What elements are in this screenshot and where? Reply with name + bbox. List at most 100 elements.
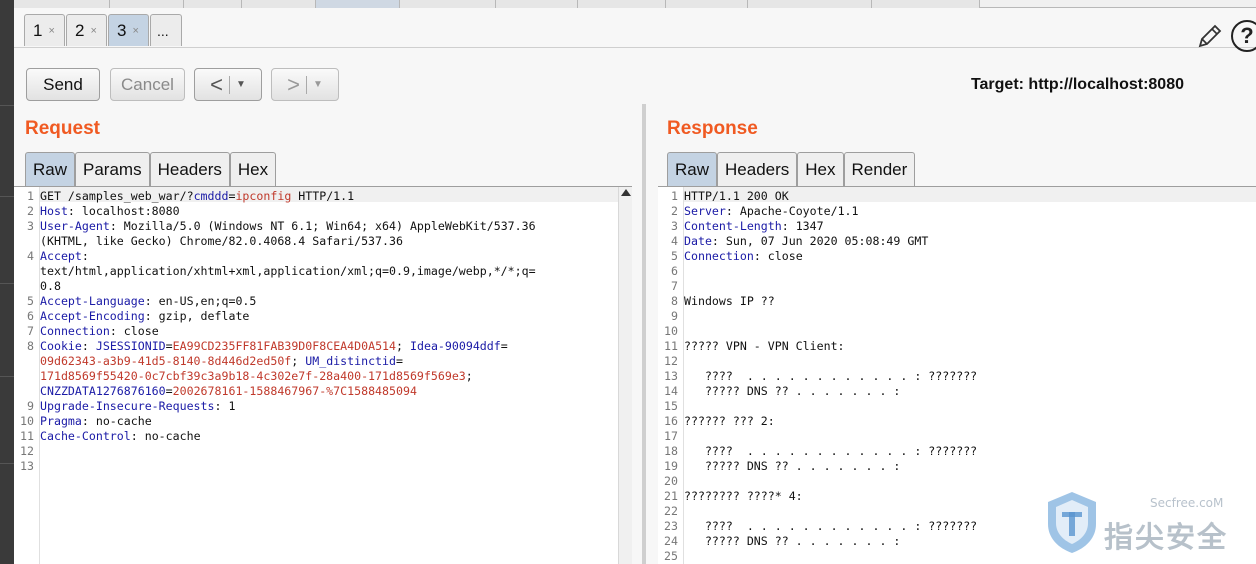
- pencil-icon[interactable]: [1196, 22, 1224, 50]
- code-line: (KHTML, like Gecko) Chrome/82.0.4068.4 S…: [40, 234, 403, 248]
- line-number: 10: [20, 414, 34, 428]
- tool-tab[interactable]: [578, 0, 666, 8]
- request-scrollbar[interactable]: [618, 187, 632, 564]
- line-number: 2: [27, 204, 34, 218]
- session-tab-label: ...: [157, 22, 169, 39]
- line-number: 25: [664, 549, 678, 563]
- left-window-edge: [0, 0, 14, 564]
- close-icon[interactable]: ×: [48, 25, 54, 37]
- code-line: Accept:: [40, 249, 89, 263]
- line-number: 4: [27, 249, 34, 263]
- line-number: 13: [20, 459, 34, 473]
- line-number: 5: [671, 249, 678, 263]
- line-number: 12: [664, 354, 678, 368]
- request-pane: Request Raw Params Headers Hex 1 GET /sam…: [14, 104, 632, 564]
- session-tab-bar: 1 × 2 × 3 × ...: [14, 8, 1256, 48]
- close-icon[interactable]: ×: [90, 25, 96, 37]
- scroll-up-icon[interactable]: [621, 189, 631, 196]
- tool-tab[interactable]: [400, 0, 496, 8]
- tab-request-hex[interactable]: Hex: [229, 152, 277, 186]
- session-tab-3[interactable]: 3 ×: [108, 14, 149, 46]
- code-line: User-Agent: Mozilla/5.0 (Windows NT 6.1;…: [40, 219, 536, 233]
- tab-request-headers[interactable]: Headers: [149, 152, 230, 186]
- close-icon[interactable]: ×: [132, 25, 138, 37]
- line-number: 12: [20, 444, 34, 458]
- help-icon[interactable]: ?: [1231, 20, 1256, 52]
- tool-tab[interactable]: [14, 0, 110, 8]
- response-tabs: Raw Headers Hex Render: [667, 152, 916, 186]
- target-label: Target: http://localhost:8080: [970, 76, 1184, 93]
- code-line: ???????? ????* 4:: [684, 489, 803, 503]
- code-line: Upgrade-Insecure-Requests: 1: [40, 399, 236, 413]
- session-tab-1[interactable]: 1 ×: [24, 14, 65, 46]
- line-number: 10: [664, 324, 678, 338]
- request-editor[interactable]: 1 GET /samples_web_war/?cmddd=ipconfig HT…: [14, 186, 632, 564]
- line-number: 22: [664, 504, 678, 518]
- code-line: Cache-Control: no-cache: [40, 429, 201, 443]
- tool-tab[interactable]: [110, 0, 184, 8]
- code-line: Content-Length: 1347: [684, 219, 824, 233]
- code-line: CNZZDATA1276876160=2002678161-1588467967…: [40, 384, 417, 398]
- line-number: 4: [671, 234, 678, 248]
- repeater-toolbar: Send Cancel < ▼ > ▼ Target: http://local…: [14, 48, 1256, 104]
- response-title: Response: [667, 118, 758, 139]
- tool-tab[interactable]: [242, 0, 316, 8]
- watermark-name: 指尖安全: [1104, 520, 1229, 554]
- code-line: Cookie: JSESSIONID=EA99CD235FF81FAB39D0F…: [40, 339, 508, 353]
- line-number: 7: [671, 279, 678, 293]
- shield-logo-icon: [1048, 492, 1096, 553]
- chevron-down-icon[interactable]: ▼: [236, 79, 246, 90]
- line-number: 16: [664, 414, 678, 428]
- forward-button[interactable]: > ▼: [271, 68, 339, 101]
- code-line: ????? DNS ?? . . . . . . . :: [684, 459, 901, 473]
- line-number: 8: [671, 294, 678, 308]
- cancel-button[interactable]: Cancel: [110, 68, 185, 101]
- watermark: Secfree.coM 指尖安全: [1040, 488, 1256, 564]
- session-tab-2[interactable]: 2 ×: [66, 14, 107, 46]
- code-line: 09d62343-a3b9-41d5-8140-8d446d2ed50f; UM…: [40, 354, 403, 368]
- send-button[interactable]: Send: [26, 68, 100, 101]
- line-number: 3: [27, 219, 34, 233]
- tab-response-headers[interactable]: Headers: [717, 152, 798, 186]
- request-tabs: Raw Params Headers Hex: [25, 152, 277, 186]
- pane-splitter[interactable]: [632, 104, 658, 564]
- code-line: Accept-Language: en-US,en;q=0.5: [40, 294, 257, 308]
- chevron-down-icon[interactable]: ▼: [313, 79, 323, 90]
- code-line: Pragma: no-cache: [40, 414, 152, 428]
- tool-tab-strip: [14, 0, 1256, 8]
- tool-tab[interactable]: [666, 0, 748, 8]
- line-number: 9: [671, 309, 678, 323]
- tool-tab[interactable]: [872, 0, 980, 8]
- code-line: ???? . . . . . . . . . . . . : ???????: [684, 444, 978, 458]
- tab-request-raw[interactable]: Raw: [25, 152, 76, 186]
- line-number: 14: [664, 384, 678, 398]
- session-tab-label: 1: [33, 20, 43, 40]
- tab-response-hex[interactable]: Hex: [797, 152, 844, 186]
- tool-tab[interactable]: [184, 0, 242, 8]
- code-line: Connection: close: [684, 249, 803, 263]
- code-line: ????? DNS ?? . . . . . . . :: [684, 534, 901, 548]
- line-number: 24: [664, 534, 678, 548]
- code-line: ???? . . . . . . . . . . . . : ???????: [684, 519, 978, 533]
- code-line: GET /samples_web_war/?cmddd=ipconfig HTT…: [40, 189, 355, 203]
- line-number: 2: [671, 204, 678, 218]
- tab-request-params[interactable]: Params: [75, 152, 150, 186]
- request-title: Request: [25, 118, 100, 139]
- code-line: ????? VPN - VPN Client:: [684, 339, 845, 353]
- tool-tab[interactable]: [748, 0, 872, 8]
- session-tab-more[interactable]: ...: [150, 14, 182, 46]
- button-separator: [228, 75, 230, 94]
- tab-response-render[interactable]: Render: [843, 152, 916, 186]
- tool-tab-repeater[interactable]: [316, 0, 400, 8]
- tool-tab[interactable]: [496, 0, 578, 8]
- tab-response-raw[interactable]: Raw: [667, 152, 718, 186]
- line-number: 18: [664, 444, 678, 458]
- back-button[interactable]: < ▼: [194, 68, 262, 101]
- code-line: 171d8569f55420-0c7cbf39c3a9b18-4c302e7f-…: [40, 369, 473, 383]
- code-line: ????? DNS ?? . . . . . . . :: [684, 384, 901, 398]
- watermark-site: Secfree.coM: [1150, 496, 1224, 510]
- line-number: 13: [664, 369, 678, 383]
- code-line: ???? . . . . . . . . . . . . : ???????: [684, 369, 978, 383]
- line-number: 21: [664, 489, 678, 503]
- chevron-left-icon: <: [210, 71, 223, 97]
